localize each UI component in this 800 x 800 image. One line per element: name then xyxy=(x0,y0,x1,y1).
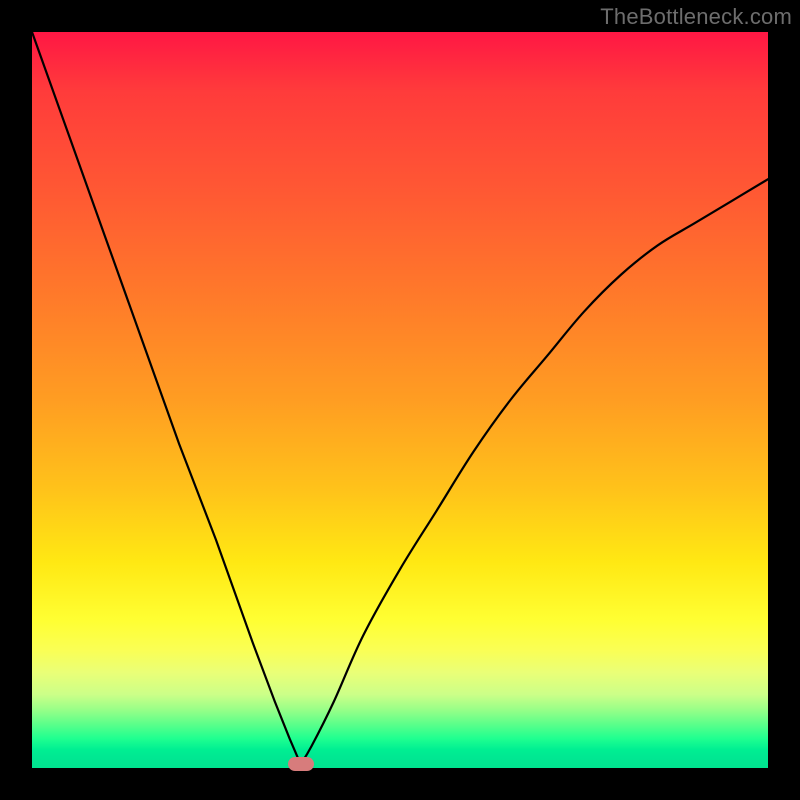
attribution-label: TheBottleneck.com xyxy=(600,4,792,30)
plot-area xyxy=(32,32,768,768)
chart-frame: TheBottleneck.com xyxy=(0,0,800,800)
bottleneck-curve xyxy=(32,32,768,764)
optimum-marker xyxy=(288,757,314,771)
curve-svg xyxy=(32,32,768,768)
